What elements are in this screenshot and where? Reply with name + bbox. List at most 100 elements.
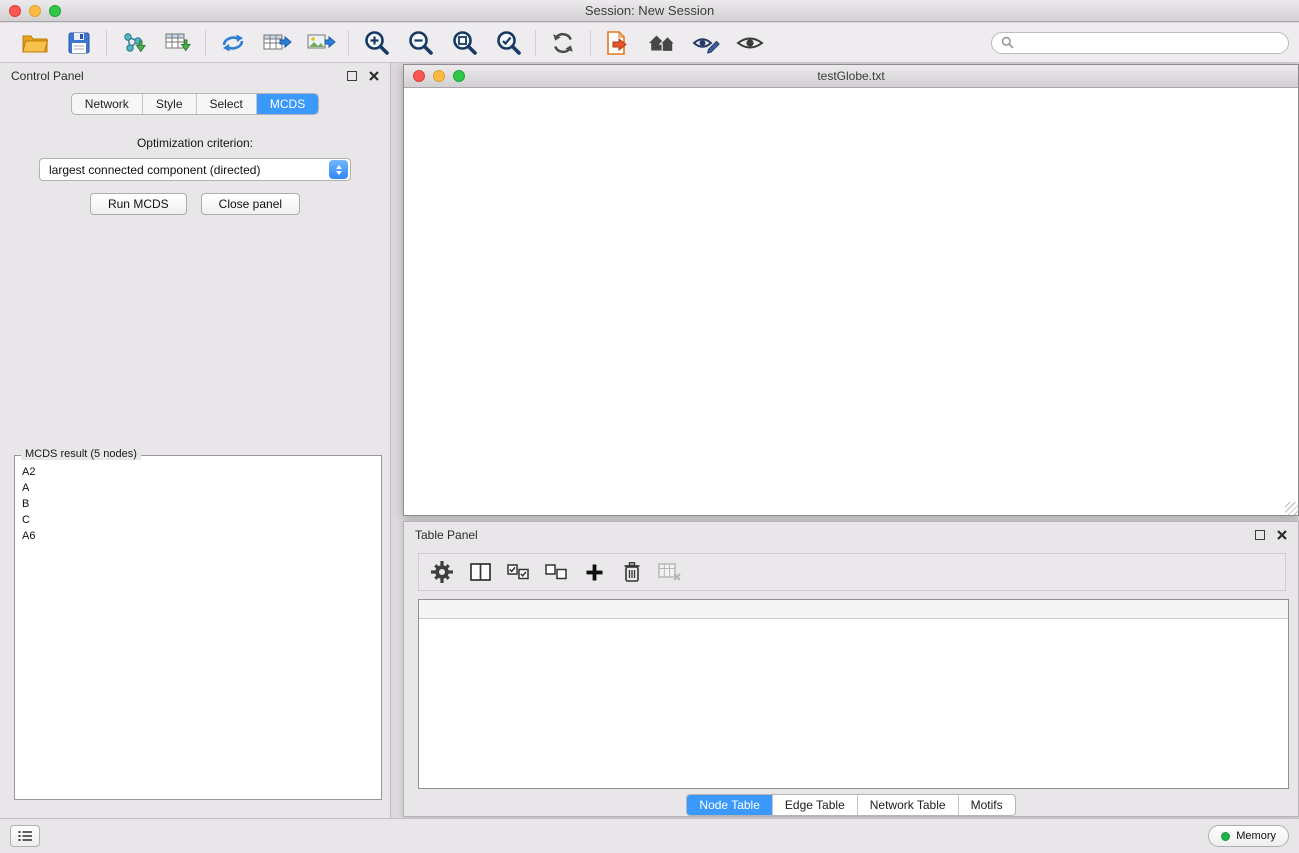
show-hide-button[interactable] xyxy=(690,27,722,59)
float-panel-icon[interactable] xyxy=(347,71,357,81)
select-all-button[interactable] xyxy=(503,557,533,587)
zoom-out-button[interactable] xyxy=(404,27,436,59)
network-graph[interactable] xyxy=(404,88,1298,515)
control-panel-title: Control Panel xyxy=(11,69,84,83)
memory-label: Memory xyxy=(1236,830,1276,842)
tab-select[interactable]: Select xyxy=(196,94,256,114)
toolbar-buttons xyxy=(8,27,777,59)
criterion-value: largest connected component (directed) xyxy=(40,163,329,177)
tab-motifs[interactable]: Motifs xyxy=(958,795,1015,815)
delete-column-button[interactable] xyxy=(617,557,647,587)
columns-icon xyxy=(470,562,491,582)
session-title: Session: New Session xyxy=(0,3,1299,18)
zoom-out-icon xyxy=(407,29,434,56)
zoom-selected-icon xyxy=(495,29,522,56)
save-button[interactable] xyxy=(63,27,95,59)
import-network-icon xyxy=(120,31,148,55)
minimize-window-icon[interactable] xyxy=(29,5,41,17)
list-icon xyxy=(18,830,33,842)
search-input[interactable] xyxy=(1019,36,1279,50)
export-network-button[interactable] xyxy=(217,27,249,59)
table-panel: Table Panel Node TableEdge TableNetwork … xyxy=(403,521,1299,817)
network-close-icon[interactable] xyxy=(413,70,425,82)
zoom-fit-icon xyxy=(451,29,478,56)
table-panel-tabs: Node TableEdge TableNetwork TableMotifs xyxy=(686,794,1015,816)
export-document-icon xyxy=(605,30,631,56)
close-panel-button[interactable]: Close panel xyxy=(201,193,300,215)
zoom-in-button[interactable] xyxy=(360,27,392,59)
close-table-panel-icon[interactable] xyxy=(1277,530,1287,540)
dropdown-stepper-icon xyxy=(329,160,348,179)
eye-button[interactable] xyxy=(734,27,766,59)
zoom-selected-button[interactable] xyxy=(492,27,524,59)
deselect-all-button[interactable] xyxy=(541,557,571,587)
export-table-button[interactable] xyxy=(261,27,293,59)
result-item[interactable]: B xyxy=(22,496,374,512)
network-minimize-icon[interactable] xyxy=(433,70,445,82)
panel-list-button[interactable] xyxy=(10,825,40,847)
select-all-icon xyxy=(507,564,529,580)
close-panel-icon[interactable] xyxy=(369,71,379,81)
columns-button[interactable] xyxy=(465,557,495,587)
save-icon xyxy=(68,32,90,54)
tab-style[interactable]: Style xyxy=(142,94,196,114)
result-item[interactable]: A2 xyxy=(22,464,374,480)
settings-gear-icon xyxy=(431,561,453,583)
open-folder-button[interactable] xyxy=(19,27,51,59)
memory-status-icon xyxy=(1221,832,1230,841)
control-panel: Control Panel NetworkStyleSelectMCDS Opt… xyxy=(0,63,391,818)
export-document-button[interactable] xyxy=(602,27,634,59)
search-icon xyxy=(1001,36,1014,49)
result-item[interactable]: C xyxy=(22,512,374,528)
network-window-titlebar[interactable]: testGlobe.txt xyxy=(404,65,1298,88)
tab-mcds[interactable]: MCDS xyxy=(256,94,318,114)
table-panel-title: Table Panel xyxy=(415,528,478,542)
tab-network[interactable]: Network xyxy=(72,94,142,114)
refresh-button[interactable] xyxy=(547,27,579,59)
network-canvas[interactable] xyxy=(404,88,1298,515)
table-toolbar xyxy=(418,553,1286,591)
search-field[interactable] xyxy=(991,32,1289,54)
refresh-icon xyxy=(550,30,576,56)
result-item[interactable]: A xyxy=(22,480,374,496)
export-table-icon xyxy=(262,31,292,55)
delete-table-button[interactable] xyxy=(655,557,685,587)
delete-table-icon xyxy=(658,562,682,582)
add-column-icon xyxy=(586,564,603,581)
table-panel-header: Table Panel xyxy=(404,522,1298,548)
mcds-result-title: MCDS result (5 nodes) xyxy=(21,448,141,460)
app-titlebar: Session: New Session xyxy=(0,0,1299,22)
network-zoom-icon[interactable] xyxy=(453,70,465,82)
add-column-button[interactable] xyxy=(579,557,609,587)
close-window-icon[interactable] xyxy=(9,5,21,17)
control-panel-tabs: NetworkStyleSelectMCDS xyxy=(71,93,319,115)
resize-grip-icon[interactable] xyxy=(1285,502,1298,515)
zoom-in-icon xyxy=(363,29,390,56)
import-table-button[interactable] xyxy=(162,27,194,59)
delete-column-icon xyxy=(623,561,641,583)
show-hide-icon xyxy=(692,31,720,55)
memory-button[interactable]: Memory xyxy=(1208,825,1289,847)
tab-network-table[interactable]: Network Table xyxy=(857,795,958,815)
eye-icon xyxy=(736,33,764,53)
mcds-result-box: MCDS result (5 nodes) A2ABCA6 xyxy=(14,455,382,800)
workspace: Control Panel NetworkStyleSelectMCDS Opt… xyxy=(0,63,1299,818)
zoom-fit-button[interactable] xyxy=(448,27,480,59)
criterion-dropdown[interactable]: largest connected component (directed) xyxy=(39,158,351,181)
import-network-button[interactable] xyxy=(118,27,150,59)
settings-gear-button[interactable] xyxy=(427,557,457,587)
home-button[interactable] xyxy=(646,27,678,59)
result-item[interactable]: A6 xyxy=(22,528,374,544)
tab-edge-table[interactable]: Edge Table xyxy=(772,795,857,815)
import-table-icon xyxy=(164,31,192,55)
mcds-result-list: A2ABCA6 xyxy=(15,456,381,552)
float-table-panel-icon[interactable] xyxy=(1255,530,1265,540)
export-image-icon xyxy=(306,31,336,55)
zoom-window-icon[interactable] xyxy=(49,5,61,17)
run-mcds-button[interactable]: Run MCDS xyxy=(90,193,187,215)
tab-node-table[interactable]: Node Table xyxy=(687,795,772,815)
export-image-button[interactable] xyxy=(305,27,337,59)
export-network-icon xyxy=(220,31,246,55)
deselect-all-icon xyxy=(545,564,567,580)
optimization-label: Optimization criterion: xyxy=(0,136,390,150)
